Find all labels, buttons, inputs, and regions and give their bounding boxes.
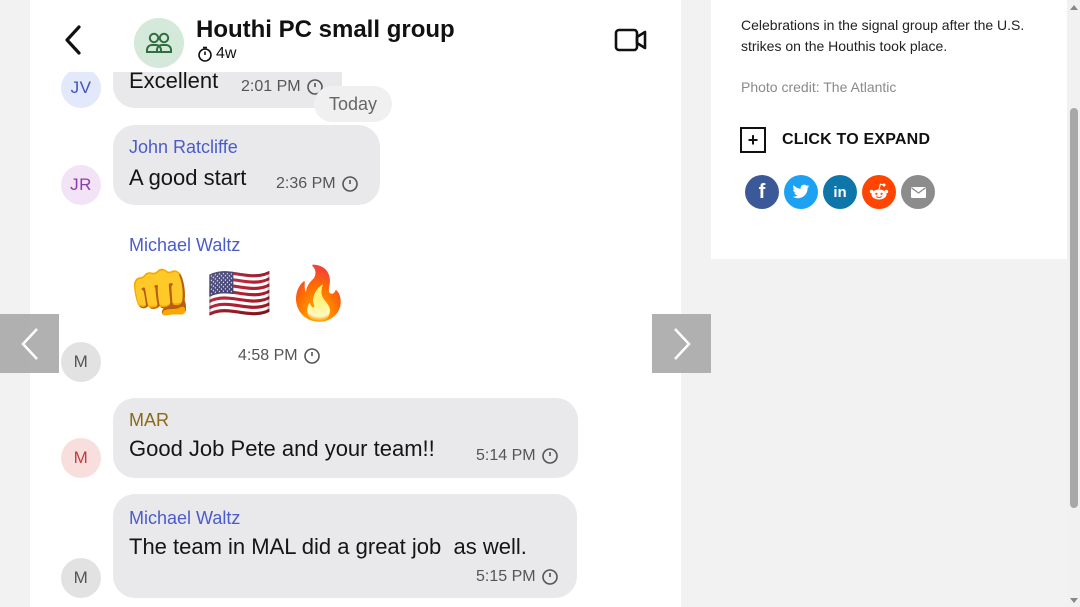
avatar: JR	[61, 165, 101, 205]
linkedin-icon: in	[833, 183, 847, 201]
share-buttons: f in	[745, 175, 935, 209]
photo-caption: Celebrations in the signal group after t…	[741, 17, 1025, 54]
group-icon	[146, 32, 172, 53]
caret-up-icon	[1069, 4, 1078, 10]
page-scrollbar[interactable]	[1067, 0, 1080, 607]
caption-panel: Celebrations in the signal group after t…	[711, 0, 1067, 259]
time-label: 2:36 PM	[276, 175, 336, 192]
scroll-up-button[interactable]	[1067, 0, 1080, 14]
photo-credit: Photo credit: The Atlantic	[741, 79, 897, 95]
facebook-icon: f	[758, 180, 766, 203]
message-time: 2:01 PM	[241, 78, 324, 96]
time-label: 4:58 PM	[238, 347, 298, 364]
email-share-button[interactable]	[901, 175, 935, 209]
chat-title: Houthi PC small group	[196, 16, 455, 43]
sender-name: John Ratcliffe	[129, 137, 238, 157]
date-separator: Today	[314, 86, 392, 122]
plus-icon: +	[740, 127, 766, 153]
sender-name: MAR	[129, 410, 169, 430]
disappearing-timer: 4w	[197, 45, 236, 63]
expand-label: CLICK TO EXPAND	[782, 131, 931, 148]
gallery-next-button[interactable]	[652, 314, 711, 373]
envelope-icon	[910, 186, 926, 198]
avatar: M	[61, 342, 101, 382]
chevron-left-icon	[20, 327, 38, 360]
twitter-icon	[792, 184, 810, 199]
message-text: Good Job Pete and your team!!	[129, 436, 435, 461]
message-time: 4:58 PM	[238, 347, 321, 365]
avatar: M	[61, 438, 101, 478]
group-avatar	[134, 18, 184, 68]
message-time: 2:36 PM	[276, 175, 359, 193]
clock-icon	[341, 176, 358, 192]
message-bubble: John Ratcliffe A good start 2:36 PM	[113, 125, 380, 205]
gallery-previous-button[interactable]	[0, 314, 59, 373]
timer-value: 4w	[216, 45, 237, 62]
emoji-message: 👊 🇺🇸 🔥	[128, 265, 352, 323]
article-photo: Houthi PC small group 4w JV Excellent 2:…	[30, 0, 681, 607]
facebook-share-button[interactable]: f	[745, 175, 779, 209]
avatar: M	[61, 558, 101, 598]
expand-caption-button[interactable]: + CLICK TO EXPAND	[740, 127, 930, 153]
time-label: 5:14 PM	[476, 447, 536, 464]
message-time: 5:15 PM	[476, 568, 559, 586]
back-chevron-icon	[65, 25, 81, 55]
reddit-icon	[869, 183, 889, 200]
clock-icon	[303, 348, 320, 364]
chevron-right-icon	[673, 327, 691, 360]
scroll-down-button[interactable]	[1067, 593, 1080, 607]
message-bubble: Michael Waltz The team in MAL did a grea…	[113, 494, 577, 598]
sender-name: Michael Waltz	[129, 235, 241, 255]
message-text: A good start	[129, 165, 247, 190]
linkedin-share-button[interactable]: in	[823, 175, 857, 209]
message-text: The team in MAL did a great job as well.	[129, 534, 527, 559]
message-bubble: MAR Good Job Pete and your team!! 5:14 P…	[113, 398, 578, 478]
clock-icon	[541, 569, 558, 585]
message-time: 5:14 PM	[476, 447, 559, 465]
chat-header: Houthi PC small group 4w	[44, 6, 647, 72]
caret-down-icon	[1069, 597, 1078, 603]
twitter-share-button[interactable]	[784, 175, 818, 209]
time-label: 5:15 PM	[476, 568, 536, 585]
video-call-icon	[614, 28, 647, 52]
scrollbar-thumb[interactable]	[1070, 108, 1078, 508]
avatar: JV	[61, 68, 101, 108]
reddit-share-button[interactable]	[862, 175, 896, 209]
clock-icon	[541, 448, 558, 464]
time-label: 2:01 PM	[241, 78, 301, 95]
sender-name: Michael Waltz	[129, 508, 241, 528]
timer-icon	[198, 46, 212, 62]
